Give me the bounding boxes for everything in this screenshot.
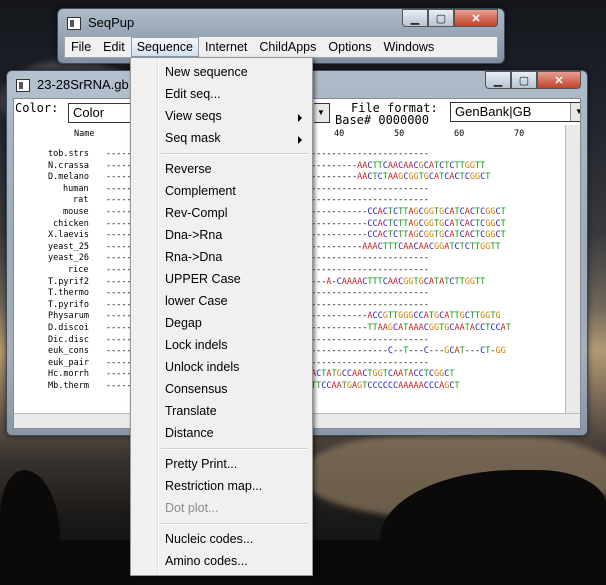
menu-separator [161,523,308,525]
chevron-right-icon [298,136,302,144]
menu-item-reverse[interactable]: Reverse [165,162,212,176]
menu-item-view-seqs[interactable]: View seqs [165,109,222,123]
menu-item-consensus[interactable]: Consensus [165,382,228,396]
menu-item-pretty-print[interactable]: Pretty Print... [165,457,237,471]
menu-separator [161,153,308,155]
close-icon[interactable]: ✕ [454,9,498,27]
maximize-icon[interactable]: ▢ [511,71,537,89]
seqpup-main-window: SeqPup ▁ ▢ ✕ File Edit Sequence Internet Chi… [57,8,505,64]
menu-sequence[interactable]: Sequence [130,37,200,57]
menu-windows[interactable]: Windows [377,37,440,57]
menu-item-degap[interactable]: Degap [165,316,202,330]
menu-item-unlock-indels[interactable]: Unlock indels [165,360,239,374]
color-select-value: Color [73,105,105,120]
color-select[interactable]: Color [68,103,138,123]
menu-childapps[interactable]: ChildApps [253,37,322,57]
menu-item-amino-codes[interactable]: Amino codes... [165,554,248,568]
file-format-select[interactable]: GenBank|GB ▼ [450,102,580,122]
menu-item-lock-indels[interactable]: Lock indels [165,338,228,352]
vertical-scrollbar[interactable] [565,125,580,414]
menu-separator [161,448,308,450]
ruler-tick: 50 [394,129,405,139]
color-label: Color: [15,101,59,115]
menu-gutter [157,60,159,573]
file-format-value: GenBank|GB [455,104,532,119]
color-select-arrow[interactable]: ▼ [312,103,330,123]
menu-item-complement[interactable]: Complement [165,184,236,198]
ruler-tick: 70 [514,129,525,139]
main-menubar: File Edit Sequence Internet ChildApps Options… [64,36,498,58]
main-titlebar[interactable]: SeqPup ▁ ▢ ✕ [58,9,504,36]
sequence-menu: New sequence Edit seq... View seqs Seq mask… [130,57,313,576]
menu-item-dna-rna[interactable]: Dna->Rna [165,228,222,242]
menu-item-restriction-map[interactable]: Restriction map... [165,479,262,493]
app-icon [67,17,81,30]
name-column-header: Name [74,129,95,139]
ruler-tick: 40 [334,129,345,139]
menu-internet[interactable]: Internet [199,37,253,57]
chevron-right-icon [298,114,302,122]
document-title: 23-28SrRNA.gb [37,77,129,92]
menu-edit[interactable]: Edit [97,37,131,57]
menu-item-translate[interactable]: Translate [165,404,217,418]
document-icon [16,79,30,92]
ruler-tick: 60 [454,129,465,139]
menu-item-rna-dna[interactable]: Rna->Dna [165,250,222,264]
chevron-down-icon: ▼ [570,103,580,121]
maximize-icon[interactable]: ▢ [428,9,454,27]
menu-item-seq-mask[interactable]: Seq mask [165,131,221,145]
chevron-down-icon: ▼ [312,104,329,122]
close-icon[interactable]: ✕ [537,71,581,89]
menu-item-dot-plot: Dot plot... [165,501,219,515]
menu-item-new-sequence[interactable]: New sequence [165,65,248,79]
menu-item-distance[interactable]: Distance [165,426,214,440]
base-position-label: Base# 0000000 [335,113,429,127]
menu-options[interactable]: Options [322,37,377,57]
minimize-icon[interactable]: ▁ [485,71,511,89]
minimize-icon[interactable]: ▁ [402,9,428,27]
main-window-title: SeqPup [88,15,135,30]
menu-item-lower-case[interactable]: lower Case [165,294,228,308]
menu-item-rev-compl[interactable]: Rev-Compl [165,206,228,220]
menu-item-nucleic-codes[interactable]: Nucleic codes... [165,532,253,546]
menu-file[interactable]: File [65,37,97,57]
menu-item-edit-seq[interactable]: Edit seq... [165,87,221,101]
menu-item-upper-case[interactable]: UPPER Case [165,272,241,286]
